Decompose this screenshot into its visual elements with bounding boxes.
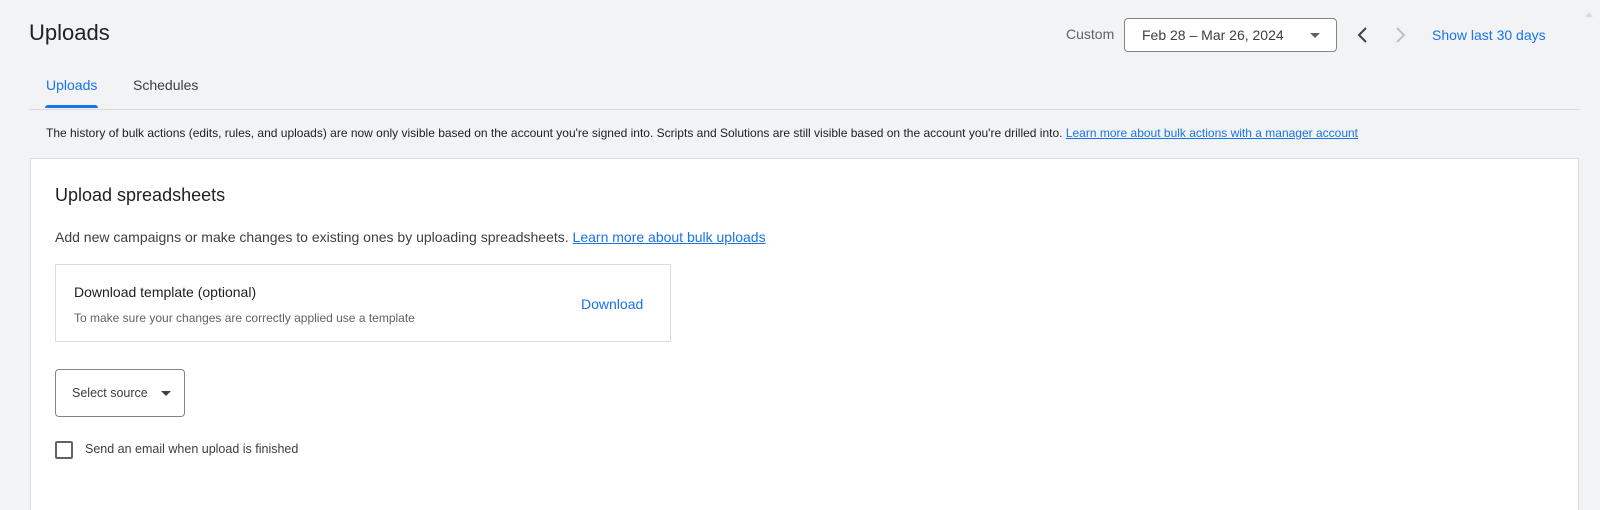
show-last-30-days-link[interactable]: Show last 30 days (1432, 27, 1546, 43)
card-description: Add new campaigns or make changes to exi… (55, 229, 766, 245)
tab-bar: Uploads Schedules (29, 72, 1580, 110)
dropdown-caret-icon (1310, 33, 1320, 38)
bulk-actions-notice: The history of bulk actions (edits, rule… (46, 126, 1358, 140)
tab-schedules[interactable]: Schedules (133, 77, 198, 107)
select-source-label: Select source (72, 386, 148, 400)
scroll-up-icon (1585, 12, 1593, 17)
chevron-left-icon (1357, 27, 1367, 43)
date-range-label: Custom (1066, 26, 1115, 42)
dropdown-caret-icon (161, 391, 171, 396)
card-description-text: Add new campaigns or make changes to exi… (55, 229, 573, 245)
template-subtitle: To make sure your changes are correctly … (74, 311, 415, 325)
download-template-button[interactable]: Download (581, 296, 643, 312)
previous-period-button[interactable] (1348, 20, 1378, 50)
bulk-uploads-learn-more-link[interactable]: Learn more about bulk uploads (573, 229, 766, 245)
next-period-button[interactable] (1385, 20, 1415, 50)
date-range-value: Feb 28 – Mar 26, 2024 (1142, 27, 1284, 43)
template-title: Download template (optional) (74, 284, 257, 300)
page-header: Uploads Custom Feb 28 – Mar 26, 2024 Sho… (0, 0, 1600, 72)
page-title: Uploads (29, 20, 110, 45)
download-template-box: Download template (optional) To make sur… (55, 264, 671, 342)
email-notification-label[interactable]: Send an email when upload is finished (85, 442, 298, 456)
email-notification-checkbox[interactable] (55, 441, 73, 459)
tab-uploads[interactable]: Uploads (44, 77, 99, 108)
notice-text: The history of bulk actions (edits, rule… (46, 126, 1066, 140)
chevron-right-icon (1396, 27, 1406, 43)
notice-learn-more-link[interactable]: Learn more about bulk actions with a man… (1066, 126, 1358, 140)
date-range-select[interactable]: Feb 28 – Mar 26, 2024 (1124, 18, 1337, 52)
card-title: Upload spreadsheets (55, 185, 226, 205)
upload-spreadsheets-card: Upload spreadsheets Add new campaigns or… (30, 158, 1579, 510)
select-source-dropdown[interactable]: Select source (55, 369, 185, 417)
